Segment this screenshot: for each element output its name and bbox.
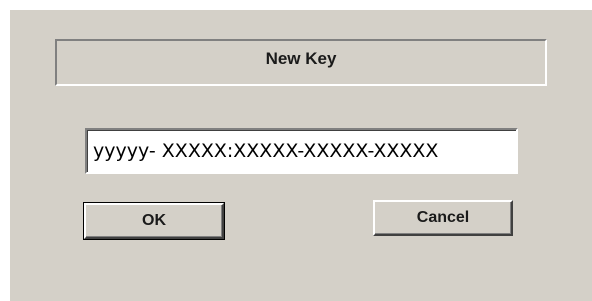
new-key-dialog: New Key OK Cancel (8, 8, 592, 301)
cancel-button[interactable]: Cancel (373, 200, 513, 236)
key-input[interactable] (85, 128, 518, 174)
title-panel: New Key (55, 39, 547, 86)
dialog-title: New Key (265, 49, 337, 68)
ok-button[interactable]: OK (83, 202, 225, 240)
